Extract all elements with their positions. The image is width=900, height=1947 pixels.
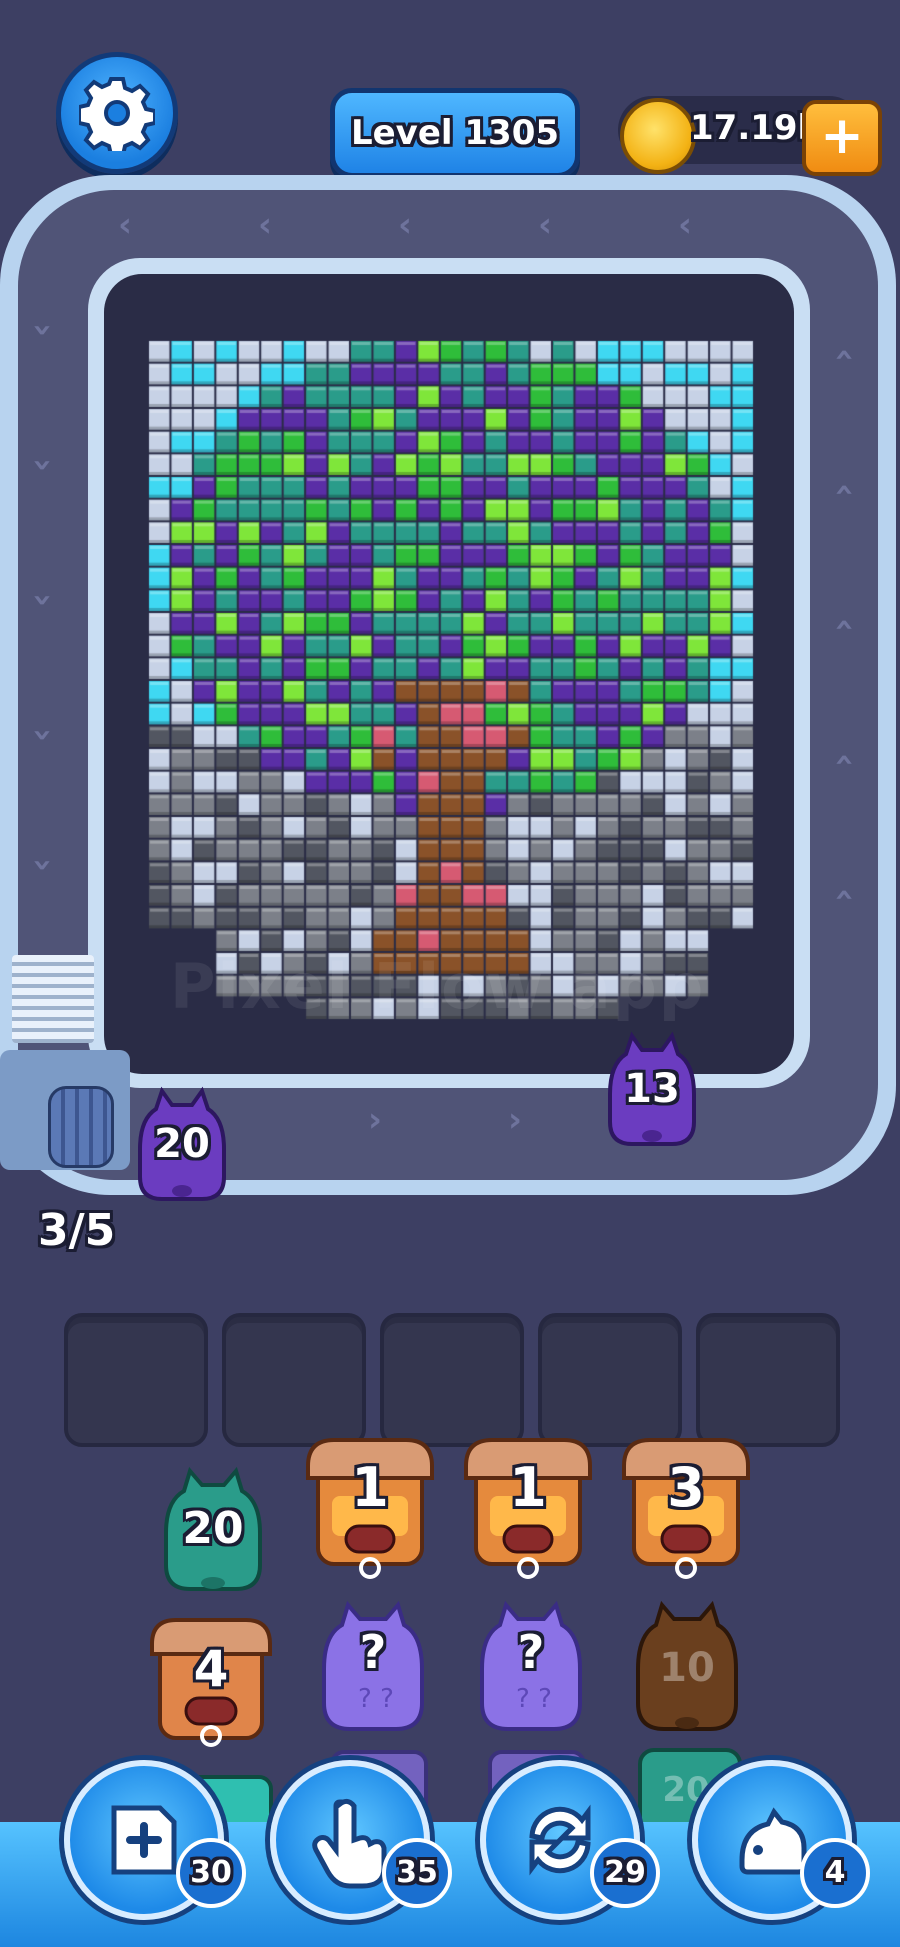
plus-icon: + <box>820 106 864 166</box>
pig-ammo-count: 10 <box>659 1645 715 1691</box>
track-arrow-icon: › <box>23 857 64 873</box>
svg-text:? ?: ? ? <box>358 1684 394 1714</box>
launcher-gate <box>12 955 94 1043</box>
track-pig: 20 <box>132 1085 232 1203</box>
pig-ammo-count: 20 <box>182 1503 244 1554</box>
pig-ammo-count: 13 <box>624 1066 680 1112</box>
watermark: Pixel Flow app <box>170 950 706 1023</box>
crate-ammo-count: 4 <box>193 1640 229 1698</box>
booster-count: 35 <box>382 1838 452 1908</box>
track-arrow-icon: › <box>23 457 64 473</box>
track-arrow-icon: › <box>23 322 64 338</box>
settings-button[interactable] <box>56 52 178 174</box>
level-label: Level 1305 <box>350 113 560 153</box>
coin-icon <box>620 98 696 174</box>
track-arrow-icon: › <box>823 752 864 768</box>
booster-count: 29 <box>590 1838 660 1908</box>
track-arrow-icon: ‹ <box>678 205 693 245</box>
track-arrow-icon: ‹ <box>258 205 273 245</box>
holding-slot <box>64 1313 208 1447</box>
coin-count: 17.19k <box>690 108 821 148</box>
mystery-label: ? <box>517 1625 545 1679</box>
crate-ammo-count: 1 <box>509 1456 547 1519</box>
queue-mystery-pig[interactable]: ? ? ? <box>318 1595 428 1735</box>
queue-crate[interactable]: 4 <box>146 1610 276 1750</box>
holding-slot <box>538 1313 682 1447</box>
track-arrow-icon: ‹ <box>538 205 553 245</box>
mystery-label: ? <box>359 1625 387 1679</box>
pixel-art-board[interactable] <box>148 340 754 1020</box>
queue-crate[interactable]: 3 <box>618 1430 754 1580</box>
launcher-spring <box>48 1086 114 1168</box>
gear-icon <box>79 77 155 151</box>
holding-slot <box>696 1313 840 1447</box>
crate-ammo-count: 3 <box>667 1456 705 1519</box>
track-arrow-icon: › <box>368 1100 383 1140</box>
track-arrow-icon: › <box>23 592 64 608</box>
holding-slot <box>380 1313 524 1447</box>
holding-slot <box>222 1313 366 1447</box>
track-arrow-icon: ‹ <box>398 205 413 245</box>
track-capacity: 3/5 <box>38 1205 116 1256</box>
track-arrow-icon: › <box>823 617 864 633</box>
svg-text:? ?: ? ? <box>516 1684 552 1714</box>
track-arrow-icon: › <box>508 1100 523 1140</box>
track-arrow-icon: › <box>823 347 864 363</box>
queue-pig[interactable]: 20 <box>158 1465 268 1595</box>
level-indicator: Level 1305 <box>330 88 580 178</box>
queue-pig[interactable]: 10 <box>632 1595 742 1735</box>
booster-count: 30 <box>176 1838 246 1908</box>
add-coins-button[interactable]: + <box>802 100 882 176</box>
track-pig: 13 <box>602 1030 702 1148</box>
track-arrow-icon: ‹ <box>118 205 133 245</box>
queue-crate[interactable]: 1 <box>302 1430 438 1580</box>
queue-crate[interactable]: 1 <box>460 1430 596 1580</box>
track-arrow-icon: › <box>23 727 64 743</box>
track-arrow-icon: › <box>823 482 864 498</box>
queue-mystery-pig[interactable]: ? ? ? <box>476 1595 586 1735</box>
pig-ammo-count: 20 <box>154 1121 210 1167</box>
crate-ammo-count: 1 <box>351 1456 389 1519</box>
booster-count: 4 <box>800 1838 870 1908</box>
track-arrow-icon: › <box>823 887 864 903</box>
